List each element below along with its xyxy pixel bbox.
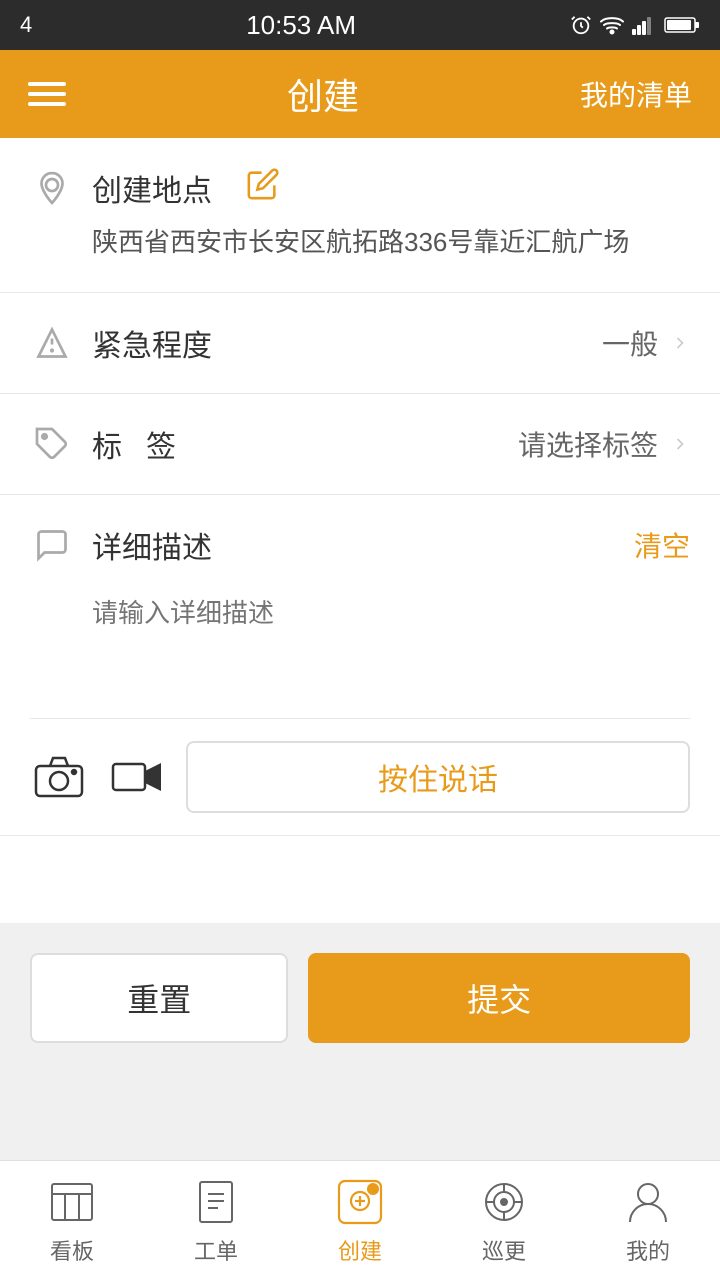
svg-text:!: ! — [371, 1185, 374, 1196]
desc-header-left: 详细描述 — [30, 523, 212, 567]
desc-title: 详细描述 — [92, 523, 212, 567]
status-time: 10:53 AM — [246, 10, 356, 41]
urgency-chevron-icon — [670, 333, 690, 353]
location-edit-icon[interactable] — [246, 167, 280, 209]
urgency-row[interactable]: 紧急程度 一般 — [0, 293, 720, 394]
create-label: 创建 — [338, 1234, 382, 1266]
alarm-icon — [570, 14, 592, 36]
content: 创建地点 陕西省西安市长安区航拓路336号靠近汇航广场 紧急程度 一般 — [0, 138, 720, 923]
desc-icon — [30, 523, 74, 567]
location-title: 创建地点 — [92, 166, 212, 210]
patrol-icon — [478, 1176, 530, 1228]
battery-icon — [664, 16, 700, 34]
action-bar: 重置 提交 — [0, 923, 720, 1073]
kanban-label: 看板 — [50, 1234, 94, 1266]
location-section: 创建地点 陕西省西安市长安区航拓路336号靠近汇航广场 — [0, 138, 720, 293]
tag-chevron-icon — [670, 434, 690, 454]
status-icons — [570, 14, 700, 36]
bottom-nav: 看板 工单 ! 创建 — [0, 1160, 720, 1280]
media-bar: 按住说话 — [0, 719, 720, 836]
tag-row[interactable]: 标 签 请选择标签 — [0, 394, 720, 495]
status-bar: 4 10:53 AM — [0, 0, 720, 50]
camera-icon[interactable] — [30, 748, 88, 806]
tag-placeholder: 请选择标签 — [518, 424, 658, 464]
menu-button[interactable] — [28, 82, 66, 106]
nav-item-kanban[interactable]: 看板 — [0, 1161, 144, 1280]
description-section: 详细描述 清空 — [0, 495, 720, 719]
workorder-label: 工单 — [194, 1234, 238, 1266]
patrol-label: 巡更 — [482, 1234, 526, 1266]
location-header: 创建地点 — [30, 166, 690, 210]
reset-button[interactable]: 重置 — [30, 953, 288, 1043]
kanban-icon — [46, 1176, 98, 1228]
my-list-button[interactable]: 我的清单 — [580, 74, 692, 114]
tag-icon — [30, 422, 74, 466]
header: 创建 我的清单 — [0, 50, 720, 138]
header-title: 创建 — [287, 68, 359, 120]
submit-button[interactable]: 提交 — [308, 953, 690, 1043]
tag-label2: 签 — [146, 422, 176, 466]
spacer — [0, 1073, 720, 1160]
mine-label: 我的 — [626, 1234, 670, 1266]
urgency-icon — [30, 321, 74, 365]
voice-button[interactable]: 按住说话 — [186, 741, 690, 813]
status-left-num: 4 — [20, 12, 32, 38]
urgency-value: 一般 — [602, 323, 658, 363]
nav-item-workorder[interactable]: 工单 — [144, 1161, 288, 1280]
video-icon[interactable] — [108, 748, 166, 806]
workorder-icon — [190, 1176, 242, 1228]
mine-icon — [622, 1176, 674, 1228]
signal-icon — [632, 15, 656, 35]
urgency-title: 紧急程度 — [92, 321, 212, 365]
nav-item-patrol[interactable]: 巡更 — [432, 1161, 576, 1280]
location-value[interactable]: 陕西省西安市长安区航拓路336号靠近汇航广场 — [30, 222, 690, 264]
desc-textarea[interactable] — [30, 583, 690, 703]
desc-header: 详细描述 清空 — [30, 523, 690, 567]
desc-clear-button[interactable]: 清空 — [634, 525, 690, 565]
location-icon — [30, 166, 74, 210]
wifi-icon — [600, 15, 624, 35]
nav-item-create[interactable]: ! 创建 — [288, 1161, 432, 1280]
create-icon: ! — [334, 1176, 386, 1228]
tag-label1: 标 — [92, 422, 146, 466]
nav-item-mine[interactable]: 我的 — [576, 1161, 720, 1280]
